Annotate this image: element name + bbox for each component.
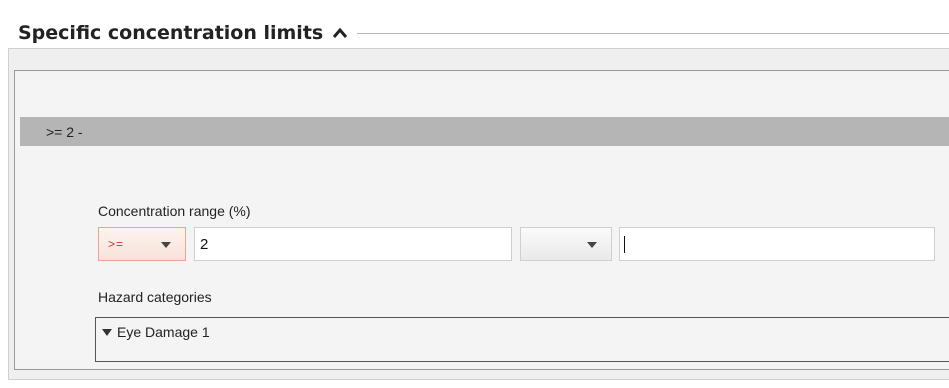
text-cursor — [624, 236, 625, 253]
section-title: Specific concentration limits — [18, 22, 324, 44]
chevron-down-icon — [161, 242, 171, 248]
lower-qualifier-value: >= — [108, 237, 125, 251]
chevron-up-icon[interactable] — [331, 26, 349, 40]
section-header: Specific concentration limits — [18, 18, 949, 48]
hazard-categories-box: Eye Damage 1 — [95, 317, 949, 362]
concentration-range-label: Concentration range (%) — [98, 203, 251, 219]
chevron-down-icon — [587, 242, 597, 248]
lower-qualifier-select[interactable]: >= — [98, 227, 186, 261]
upper-value-input[interactable] — [619, 227, 935, 261]
record-header-bar[interactable]: >= 2 - — [20, 117, 949, 146]
section-divider — [357, 32, 949, 34]
hazard-categories-label: Hazard categories — [98, 289, 212, 305]
hazard-category-label: Eye Damage 1 — [117, 324, 210, 340]
lower-value-input[interactable] — [194, 227, 512, 261]
triangle-down-icon[interactable] — [102, 328, 112, 336]
upper-qualifier-select[interactable] — [520, 227, 612, 261]
record-header-label: >= 2 - — [46, 123, 83, 140]
hazard-category-item[interactable]: Eye Damage 1 — [102, 324, 210, 340]
